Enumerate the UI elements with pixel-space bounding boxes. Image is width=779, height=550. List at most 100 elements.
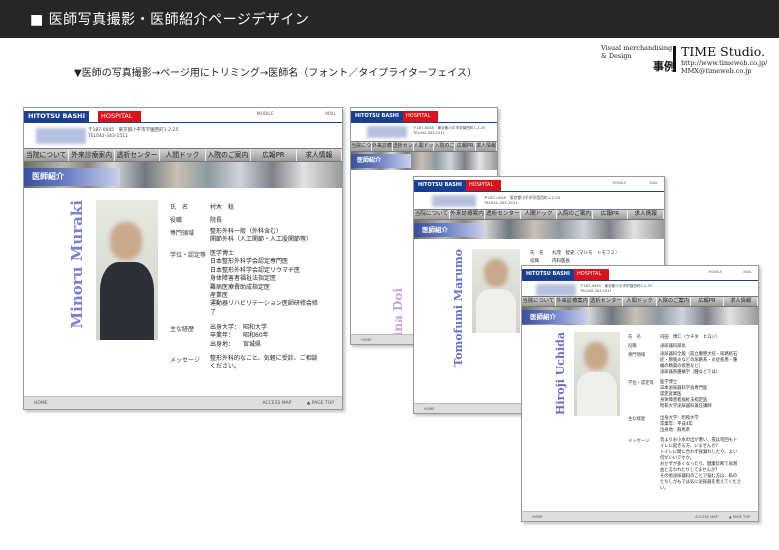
nav-pr[interactable]: 広報PR <box>251 149 297 161</box>
nav-jobs[interactable]: 求人情報 <box>724 297 758 306</box>
nav-about[interactable]: 当院について <box>414 210 450 219</box>
footer-access-link[interactable]: ACCESS MAP <box>695 515 718 519</box>
footer-links: ACCESS MAP ▲ PAGE TOP <box>263 401 334 406</box>
nav-admission[interactable]: 入院のご案内 <box>206 149 252 161</box>
nav-outpatient[interactable]: 外来診療案内 <box>450 210 486 219</box>
nav-about[interactable]: 当院について <box>351 142 372 151</box>
studio-name: TIME Studio. <box>681 44 766 59</box>
doctor-message: 整形外科的なこと、気軽に受診、ご相談 ください。 <box>210 355 318 371</box>
label-specialty: 専門領域 <box>170 230 195 237</box>
blurred-hospital-name <box>432 195 476 207</box>
site-header: HITOTSU BASHI HOSPITAL MOBILE MAIL <box>522 266 758 282</box>
doctor-name: 内田 博仁（ウチダ ヒロジ） <box>660 335 721 340</box>
doctor-name-roman: Tomofumi Marumo <box>452 249 465 367</box>
doctor-position: 内科医長 <box>552 259 570 264</box>
site-footer: HOME ACCESS MAP ▲ PAGE TOP <box>24 396 342 409</box>
mail-link[interactable]: MAIL <box>743 270 752 274</box>
doctor-coat <box>476 289 516 333</box>
nav-jobs[interactable]: 求人情報 <box>628 210 664 219</box>
nav-about[interactable]: 当院について <box>522 297 556 306</box>
label-name: 氏 名 <box>530 251 544 256</box>
footer-page-top-link[interactable]: ▲ PAGE TOP <box>307 401 334 406</box>
label-message: メッセージ <box>628 439 650 444</box>
section-title: 医師紹介 <box>522 310 588 324</box>
doctor-name-roman: Hiroji Uchida <box>554 332 567 415</box>
nav-jobs[interactable]: 求人情報 <box>297 149 342 161</box>
nav-admission[interactable]: 入院のご案内 <box>557 210 593 219</box>
footer-home[interactable]: HOME <box>34 401 48 406</box>
doctor-page-muraki[interactable]: HITOTSU BASHI HOSPITAL MOBILE MAIL 〒187-… <box>23 107 343 410</box>
label-specialty: 専門領域 <box>628 353 646 358</box>
label-message: メッセージ <box>170 357 200 364</box>
site-footer: HOME ACCESS MAP ▲ PAGE TOP <box>522 511 758 521</box>
header-rule <box>351 122 497 123</box>
doctor-degrees: 医学博士 日本整形外科学会認定専門医 日本整形外科学会認定リウマチ医 身体障害者… <box>210 250 318 316</box>
site-logo-sub: HOSPITAL <box>574 269 610 280</box>
nav-dock[interactable]: 人間ドック <box>414 142 435 151</box>
label-position: 役職 <box>530 259 539 264</box>
nav-dock[interactable]: 人間ドック <box>623 297 657 306</box>
doctor-position: 院長 <box>210 217 223 224</box>
mobile-link[interactable]: MOBILE <box>612 181 626 185</box>
header-rule <box>522 280 758 281</box>
section-title: 医師紹介 <box>24 168 120 186</box>
doctor-name-roman: Minoru Muraki <box>68 200 86 329</box>
footer-home[interactable]: HOME <box>424 407 435 411</box>
label-degrees: 学位・認定等 <box>170 252 207 259</box>
site-logo[interactable]: HITOTSU BASHI <box>24 111 89 122</box>
doctor-position: 泌尿器科部長 <box>660 344 686 349</box>
doctor-name: 村木 稔 <box>210 204 235 211</box>
mobile-link[interactable]: MOBILE <box>708 270 722 274</box>
footer-home[interactable]: HOME <box>361 338 372 342</box>
nav-outpatient[interactable]: 外来診療案内 <box>556 297 590 306</box>
nav-dock[interactable]: 人間ドック <box>521 210 557 219</box>
mail-link[interactable]: MAIL <box>649 181 658 185</box>
site-logo[interactable]: HITOTSU BASHI <box>522 269 574 280</box>
doctor-coat <box>577 372 617 416</box>
header-rule <box>24 122 342 123</box>
global-nav: 当院について 外来診療案内 透析センター 人間ドック 入院のご案内 広報PR 求… <box>522 296 758 307</box>
nav-admission[interactable]: 入院のご案内 <box>657 297 691 306</box>
header-icons: MOBILE MAIL <box>257 112 336 117</box>
site-logo-sub: HOSPITAL <box>98 111 141 122</box>
title-bar: ■ 医師写真撮影・医師紹介ページデザイン <box>0 0 779 38</box>
nav-dock[interactable]: 人間ドック <box>160 149 206 161</box>
footer-page-top-link[interactable]: ▲ PAGE TOP <box>729 515 750 519</box>
site-address: 〒187-0045 東京都小平市学園西町1-2-25 TEL042-343-15… <box>413 126 486 135</box>
brand-email[interactable]: MMX@timeweb.co.jp <box>681 67 767 75</box>
section-title: 医師紹介 <box>414 223 484 237</box>
nav-about[interactable]: 当院について <box>24 149 70 161</box>
brand-block: Visual merchandising & Design 事例 TIME St… <box>601 42 771 76</box>
doctor-degrees: 医学博士 日本泌尿器科学会専門医 認定産業医 身体障害者福祉法指定医 昭和大学泌… <box>660 380 712 409</box>
site-logo-sub: HOSPITAL <box>403 111 439 122</box>
footer-links: ACCESS MAP ▲ PAGE TOP <box>695 515 750 519</box>
blurred-face <box>584 342 608 370</box>
blurred-hospital-name <box>36 128 86 144</box>
nav-pr[interactable]: 広報PR <box>691 297 725 306</box>
footer-home[interactable]: HOME <box>532 515 543 519</box>
blurred-hospital-name <box>367 126 407 138</box>
header-icons: MOBILE MAIL <box>612 181 658 185</box>
nav-dialysis[interactable]: 透析センター <box>393 142 414 151</box>
nav-dialysis[interactable]: 透析センター <box>115 149 161 161</box>
nav-admission[interactable]: 入院のご案内 <box>434 142 456 151</box>
site-logo[interactable]: HITOTSU BASHI <box>414 180 466 191</box>
nav-pr[interactable]: 広報PR <box>593 210 629 219</box>
mobile-link[interactable]: MOBILE <box>257 112 274 117</box>
doctor-page-uchida[interactable]: HITOTSU BASHI HOSPITAL MOBILE MAIL 〒187-… <box>521 265 759 522</box>
nav-outpatient[interactable]: 外来診療案内 <box>69 149 115 161</box>
mail-link[interactable]: MAIL <box>325 112 336 117</box>
doctor-photo <box>472 249 520 333</box>
nav-jobs[interactable]: 求人情報 <box>476 142 497 151</box>
site-header: HITOTSU BASHI HOSPITAL MOBILE MAIL <box>24 108 342 124</box>
doctor-photo <box>574 332 620 416</box>
footer-access-link[interactable]: ACCESS MAP <box>263 401 292 406</box>
site-logo[interactable]: HITOTSU BASHI <box>351 111 403 122</box>
brand-url[interactable]: http://www.timeweb.co.jp/ <box>681 59 767 67</box>
label-position: 役職 <box>628 344 637 349</box>
nav-pr[interactable]: 広報PR <box>455 142 477 151</box>
doctor-name: 丸茂 智史（マルモ トモフミ） <box>552 251 620 256</box>
nav-outpatient[interactable]: 外来診療案内 <box>372 142 393 151</box>
nav-dialysis[interactable]: 透析センター <box>485 210 522 219</box>
nav-dialysis[interactable]: 透析センター <box>589 297 624 306</box>
